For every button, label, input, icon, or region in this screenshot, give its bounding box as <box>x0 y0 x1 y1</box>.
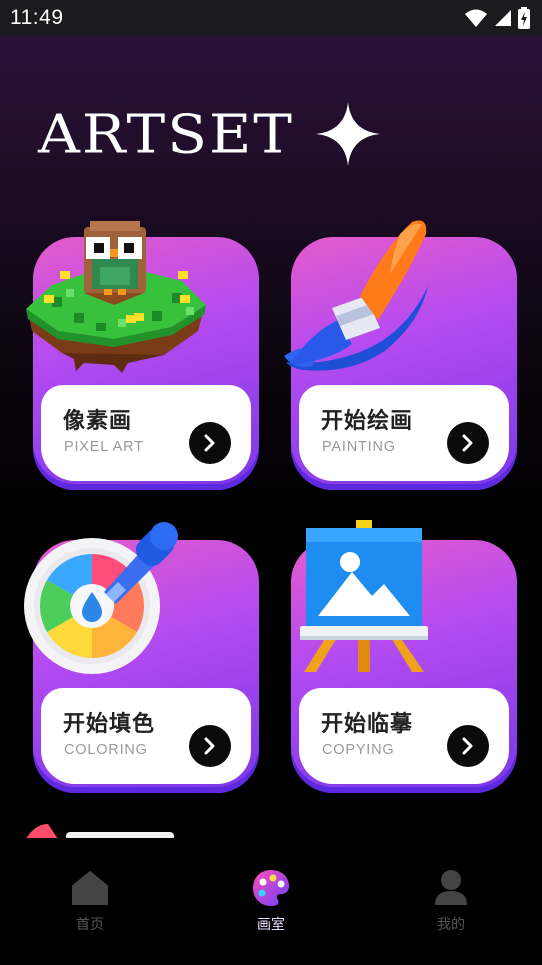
card-subtitle: COPYING <box>322 742 395 758</box>
status-bar: 11:49 <box>0 0 542 36</box>
brand-title: ARTSET <box>38 102 294 166</box>
bottom-tab-bar: 首页 画室 我的 <box>0 838 542 965</box>
wifi-icon <box>465 9 487 27</box>
signal-icon <box>495 10 511 26</box>
card-panel: 开始填色 COLORING <box>41 688 251 784</box>
card-title: 开始填色 <box>63 712 156 737</box>
card-subtitle: PIXEL ART <box>64 439 144 455</box>
card-panel: 开始绘画 PAINTING <box>299 385 509 481</box>
card-title: 像素画 <box>63 409 133 434</box>
battery-icon <box>518 7 530 29</box>
pixel-island-icon <box>26 221 206 373</box>
card-subtitle: PAINTING <box>322 439 396 455</box>
paintbrush-icon <box>284 220 428 371</box>
user-icon <box>431 868 471 908</box>
card-go-button[interactable] <box>189 422 231 464</box>
card-panel: 开始临摹 COPYING <box>299 688 509 784</box>
easel-picture-icon <box>300 520 428 672</box>
card-subtitle: COLORING <box>64 742 148 758</box>
brand-header: ARTSET <box>38 102 380 166</box>
card-panel: 像素画 PIXEL ART <box>41 385 251 481</box>
chevron-right-icon <box>204 434 215 452</box>
color-wheel-dropper-icon <box>24 522 178 674</box>
palette-icon <box>251 868 291 908</box>
card-go-button[interactable] <box>447 422 489 464</box>
status-icons <box>464 7 530 29</box>
status-time: 11:49 <box>10 6 64 29</box>
card-title: 开始绘画 <box>321 409 414 434</box>
sparkle-icon <box>315 102 380 166</box>
tab-label: 首页 <box>76 917 104 933</box>
tab-label: 我的 <box>437 917 465 933</box>
home-icon <box>70 868 110 908</box>
tab-profile[interactable]: 我的 <box>406 868 496 938</box>
chevron-right-icon <box>204 737 215 755</box>
card-go-button[interactable] <box>189 725 231 767</box>
chevron-right-icon <box>462 737 473 755</box>
card-go-button[interactable] <box>447 725 489 767</box>
tab-home[interactable]: 首页 <box>45 868 135 938</box>
chevron-right-icon <box>462 434 473 452</box>
tab-studio[interactable]: 画室 <box>226 868 316 938</box>
card-title: 开始临摹 <box>321 712 414 737</box>
tab-label: 画室 <box>257 917 285 933</box>
